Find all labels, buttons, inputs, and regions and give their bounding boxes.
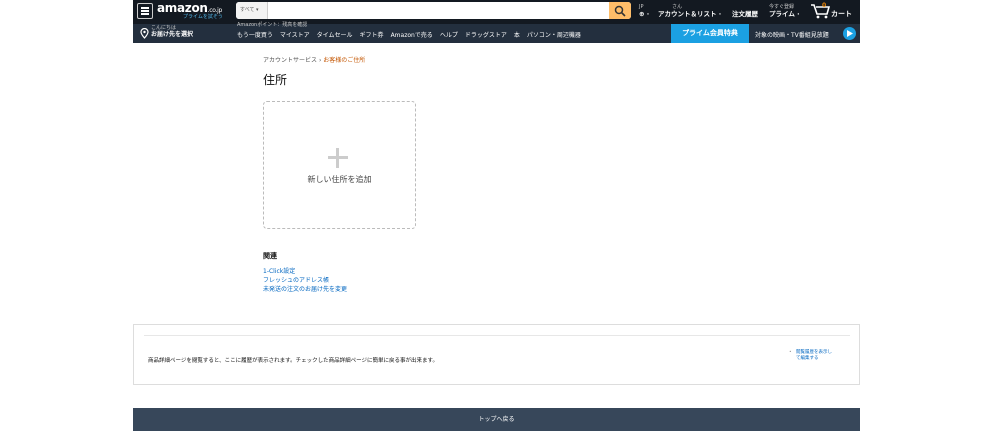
- plus-icon: [328, 148, 348, 168]
- page-frame: amazon.co.jp プライムを試そう すべて ▾ JP ⊕ · さん アカ…: [133, 0, 860, 431]
- nav-link-time-sale[interactable]: タイムセール: [317, 30, 353, 39]
- location-select-label: お届け先を選択: [151, 31, 194, 38]
- location-pin-icon[interactable]: [140, 28, 149, 39]
- search-category-select[interactable]: すべて ▾: [236, 2, 268, 19]
- cart-label[interactable]: カート: [831, 9, 852, 19]
- add-address-card[interactable]: 新しい住所を追加: [263, 101, 416, 229]
- globe-icon: ⊕ ·: [639, 10, 650, 18]
- prime-label: プライム ·: [769, 10, 800, 18]
- nav-links: もう一度買う マイストア タイムセール ギフト券 Amazonで売る ヘルプ ド…: [237, 30, 581, 39]
- play-button[interactable]: [843, 27, 856, 40]
- breadcrumb: アカウントサービス › お客様のご住所: [263, 55, 365, 64]
- points-balance-link[interactable]: Amazonポイント：残高を確認: [237, 21, 307, 28]
- nav-link-drugstore[interactable]: ドラッグストア: [465, 30, 507, 39]
- breadcrumb-account-service[interactable]: アカウントサービス: [263, 57, 317, 64]
- history-link-line2: て編集する: [796, 356, 819, 361]
- nav-link-help[interactable]: ヘルプ: [440, 30, 458, 39]
- page-title: 住所: [263, 73, 288, 87]
- orders-link[interactable]: 注文履歴: [732, 10, 758, 19]
- orders-label: 注文履歴: [732, 10, 758, 18]
- nav-link-books[interactable]: 本: [514, 30, 520, 39]
- divider: [144, 335, 850, 336]
- prime-benefits-banner[interactable]: プライム会員特典: [671, 24, 749, 43]
- browsing-history-panel: 商品詳細ページを閲覧すると、ここに履歴が表示されます。チェックした商品詳細ページ…: [133, 324, 860, 385]
- language-selector[interactable]: JP ⊕ ·: [639, 4, 649, 19]
- nav-link-my-store[interactable]: マイストア: [280, 30, 310, 39]
- hamburger-menu-icon[interactable]: [137, 3, 153, 19]
- search-button[interactable]: [609, 2, 631, 19]
- delivery-location[interactable]: こんにちは お届け先を選択: [151, 25, 193, 39]
- one-click-settings-link[interactable]: 1-Click設定: [263, 266, 295, 275]
- nav-link-sell[interactable]: Amazonで売る: [391, 30, 433, 39]
- change-shipping-address-link[interactable]: 未発送の注文のお届け先を変更: [263, 284, 347, 293]
- breadcrumb-separator: ›: [318, 57, 322, 64]
- breadcrumb-current: お客様のご住所: [323, 57, 366, 64]
- nav-link-buy-again[interactable]: もう一度買う: [237, 30, 273, 39]
- cart-count: 0: [822, 2, 827, 9]
- history-link-line1: 閲覧履歴を表示し: [796, 350, 832, 355]
- prime-video-promo[interactable]: 対象の映画・TV番組見放題: [755, 30, 829, 39]
- back-to-top-button[interactable]: トップへ戻る: [133, 408, 860, 431]
- fresh-address-book-link[interactable]: フレッシュのアドレス帳: [263, 275, 329, 284]
- search-bar: すべて ▾: [236, 2, 631, 19]
- view-edit-history-link[interactable]: • 閲覧履歴を表示し て編集する: [789, 350, 832, 362]
- search-input[interactable]: [269, 2, 609, 19]
- browsing-history-message: 商品詳細ページを閲覧すると、ここに履歴が表示されます。チェックした商品詳細ページ…: [148, 358, 438, 364]
- account-label: アカウント＆リスト ·: [658, 10, 722, 18]
- prime-menu[interactable]: 今すぐ登録 プライム ·: [769, 4, 800, 19]
- account-menu[interactable]: さん アカウント＆リスト ·: [658, 4, 721, 19]
- cart-icon[interactable]: [810, 3, 830, 19]
- nav-link-computers[interactable]: パソコン・周辺機器: [527, 30, 581, 39]
- search-icon: [614, 5, 626, 17]
- add-address-label: 新しい住所を追加: [307, 175, 372, 184]
- play-icon: [847, 30, 853, 37]
- nav-link-gift-cards[interactable]: ギフト券: [360, 30, 384, 39]
- prime-trial-link[interactable]: プライムを試そう: [183, 13, 223, 20]
- bullet-icon: •: [789, 350, 792, 355]
- related-heading: 関連: [263, 252, 277, 260]
